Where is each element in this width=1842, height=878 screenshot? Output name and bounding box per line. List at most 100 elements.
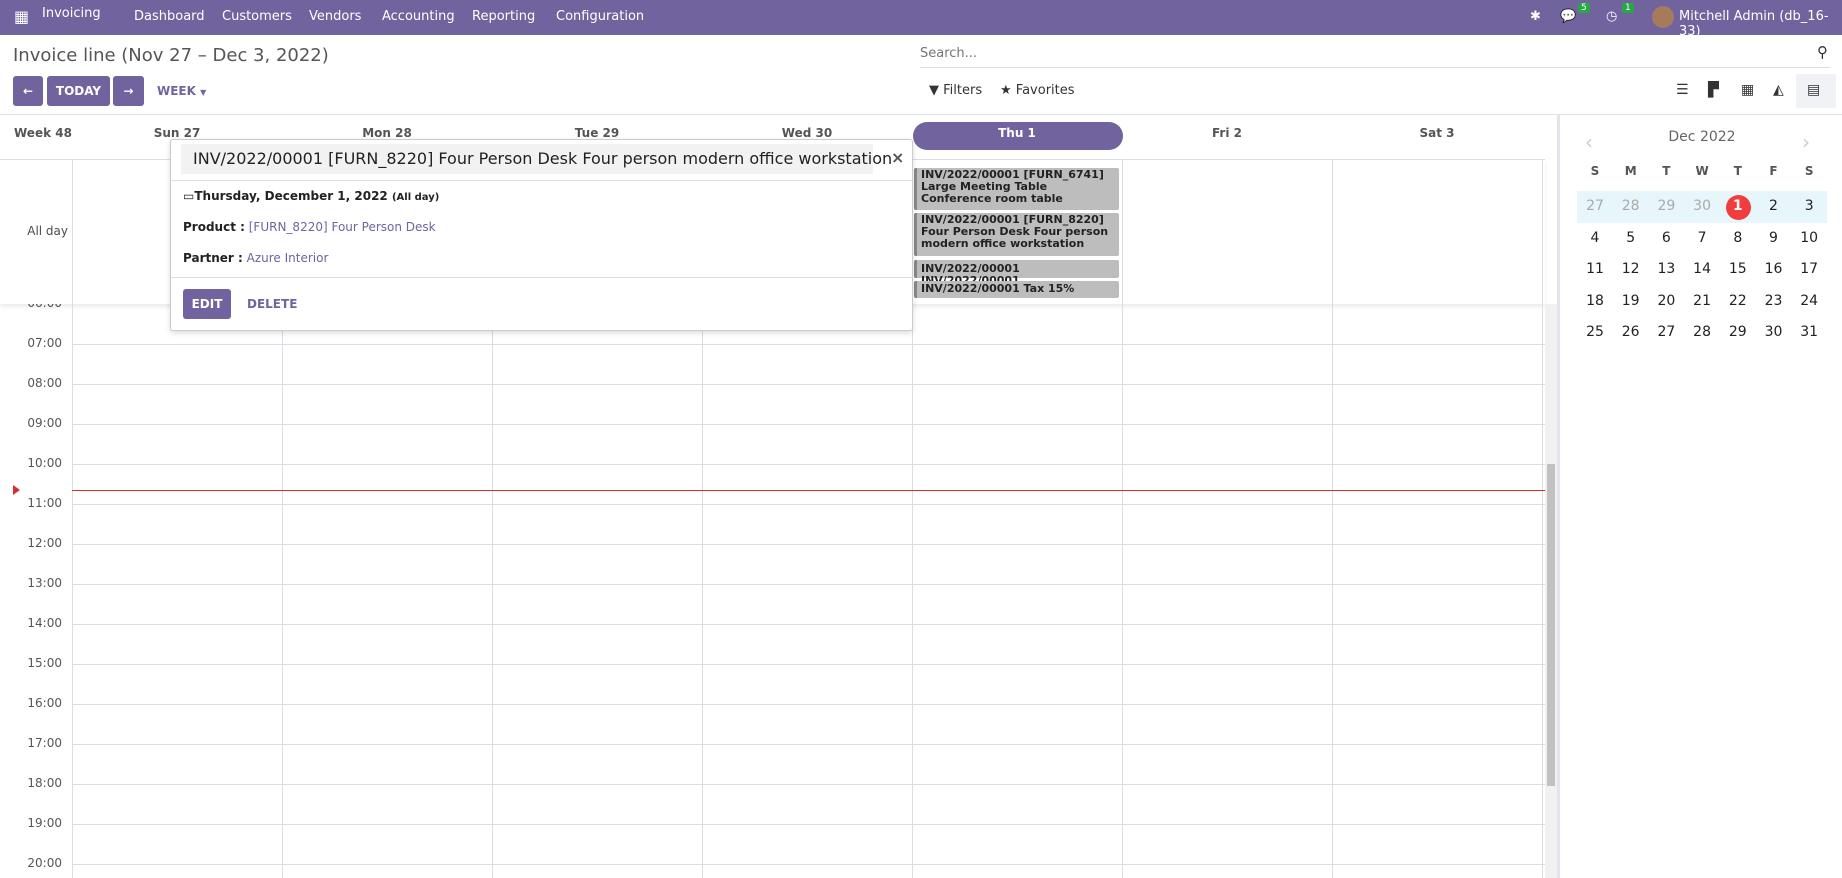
scale-label: WEEK bbox=[157, 84, 196, 98]
filters-button[interactable]: ▼ Filters bbox=[929, 83, 982, 98]
mini-day[interactable]: 27 bbox=[1649, 324, 1683, 340]
event-allday[interactable]: INV/2022/00001 INV/2022/00001 bbox=[914, 260, 1119, 287]
mini-day[interactable]: 27 bbox=[1578, 198, 1612, 214]
mini-day[interactable]: 14 bbox=[1685, 261, 1719, 277]
scale-dropdown[interactable]: WEEK ▼ bbox=[157, 84, 206, 98]
day-header[interactable]: Wed 30 bbox=[702, 126, 912, 140]
product-link[interactable]: [FURN_8220] Four Person Desk bbox=[249, 220, 436, 234]
day-header[interactable]: Mon 28 bbox=[282, 126, 492, 140]
today-button[interactable]: TODAY bbox=[47, 76, 110, 106]
mini-weekday: M bbox=[1624, 164, 1637, 178]
graph-view-icon[interactable]: ◭ bbox=[1773, 82, 1784, 98]
mini-day[interactable]: 28 bbox=[1614, 198, 1648, 214]
close-icon[interactable]: × bbox=[891, 148, 904, 167]
mini-day[interactable]: 20 bbox=[1649, 293, 1683, 309]
menu-dashboard[interactable]: Dashboard bbox=[134, 9, 205, 24]
scrollbar-thumb[interactable] bbox=[1547, 464, 1555, 786]
mini-day[interactable]: 23 bbox=[1757, 293, 1791, 309]
messages-icon[interactable]: 💬 bbox=[1560, 9, 1576, 24]
next-button[interactable]: → bbox=[113, 76, 144, 106]
app-name[interactable]: Invoicing bbox=[42, 6, 101, 21]
mini-day[interactable]: 11 bbox=[1578, 261, 1612, 277]
mini-day[interactable]: 31 bbox=[1792, 324, 1826, 340]
search-input[interactable] bbox=[920, 40, 1780, 66]
filters-label: Filters bbox=[943, 83, 983, 98]
mini-day[interactable]: 25 bbox=[1578, 324, 1612, 340]
mini-day[interactable]: 5 bbox=[1614, 230, 1648, 246]
day-header[interactable]: Sat 3 bbox=[1332, 126, 1542, 140]
previous-button[interactable]: ← bbox=[13, 76, 43, 106]
mini-day[interactable]: 30 bbox=[1757, 324, 1791, 340]
mini-day[interactable]: 10 bbox=[1792, 230, 1826, 246]
hour-label: 07:00 bbox=[27, 336, 62, 350]
debug-bug-icon[interactable]: ✱ bbox=[1530, 9, 1541, 24]
menu-vendors[interactable]: Vendors bbox=[309, 9, 361, 24]
hour-label: 18:00 bbox=[27, 776, 62, 790]
mini-day[interactable]: 19 bbox=[1614, 293, 1648, 309]
hour-label: 12:00 bbox=[27, 536, 62, 550]
partner-link[interactable]: Azure Interior bbox=[247, 251, 329, 265]
mini-day[interactable]: 21 bbox=[1685, 293, 1719, 309]
mini-day[interactable]: 13 bbox=[1649, 261, 1683, 277]
event-allday[interactable]: INV/2022/00001 [FURN_6741] Large Meeting… bbox=[914, 168, 1119, 210]
activities-clock-icon[interactable]: ◷ bbox=[1606, 9, 1617, 24]
list-view-icon[interactable]: ☰ bbox=[1676, 82, 1689, 98]
user-avatar[interactable] bbox=[1652, 6, 1674, 28]
search-icon[interactable]: ⚲ bbox=[1817, 43, 1828, 61]
search-bar[interactable]: ⚲ bbox=[920, 40, 1830, 68]
hour-line bbox=[72, 784, 1545, 785]
mini-day[interactable]: 26 bbox=[1614, 324, 1648, 340]
edit-button[interactable]: EDIT bbox=[183, 289, 231, 319]
day-header[interactable]: Tue 29 bbox=[492, 126, 702, 140]
hour-line bbox=[72, 864, 1545, 865]
hour-line bbox=[72, 744, 1545, 745]
menu-customers[interactable]: Customers bbox=[222, 9, 292, 24]
popover-allday: (All day) bbox=[391, 192, 440, 203]
caret-down-icon: ▼ bbox=[200, 88, 207, 97]
mini-weekday: T bbox=[1733, 164, 1742, 178]
menu-configuration[interactable]: Configuration bbox=[556, 9, 644, 24]
menu-accounting[interactable]: Accounting bbox=[382, 9, 455, 24]
mini-day[interactable]: 3 bbox=[1792, 198, 1826, 214]
hour-label: 17:00 bbox=[27, 736, 62, 750]
mini-day[interactable]: 1 bbox=[1721, 198, 1755, 214]
scrollbar[interactable] bbox=[1545, 304, 1557, 878]
kanban-view-icon[interactable]: ▛ bbox=[1708, 82, 1719, 98]
mini-day[interactable]: 28 bbox=[1685, 324, 1719, 340]
mini-day[interactable]: 4 bbox=[1578, 230, 1612, 246]
mini-day[interactable]: 22 bbox=[1721, 293, 1755, 309]
mini-day[interactable]: 9 bbox=[1757, 230, 1791, 246]
mini-day[interactable]: 29 bbox=[1649, 198, 1683, 214]
mini-day[interactable]: 6 bbox=[1649, 230, 1683, 246]
day-header[interactable]: Sun 27 bbox=[72, 126, 282, 140]
apps-menu-icon[interactable]: ▦ bbox=[14, 7, 29, 26]
favorites-button[interactable]: ★ Favorites bbox=[1000, 83, 1075, 98]
pivot-view-icon[interactable]: ▦ bbox=[1741, 82, 1754, 98]
mini-day[interactable]: 7 bbox=[1685, 230, 1719, 246]
mini-day[interactable]: 2 bbox=[1757, 198, 1791, 214]
mini-day[interactable]: 18 bbox=[1578, 293, 1612, 309]
mini-day[interactable]: 8 bbox=[1721, 230, 1755, 246]
event-allday-selected[interactable]: INV/2022/00001 [FURN_8220] Four Person D… bbox=[914, 213, 1119, 256]
activities-badge: 1 bbox=[1622, 3, 1634, 13]
event-allday[interactable]: INV/2022/00001 Tax 15% bbox=[914, 281, 1119, 298]
calendar-icon: ▭ bbox=[183, 189, 195, 203]
hour-label: 15:00 bbox=[27, 656, 62, 670]
page-title: Invoice line (Nov 27 – Dec 3, 2022) bbox=[13, 45, 329, 66]
delete-button[interactable]: DELETE bbox=[247, 297, 297, 311]
menu-reporting[interactable]: Reporting bbox=[472, 9, 535, 24]
user-menu[interactable]: Mitchell Admin (db_16-33) bbox=[1679, 9, 1842, 39]
mini-day[interactable]: 29 bbox=[1721, 324, 1755, 340]
mini-day[interactable]: 16 bbox=[1757, 261, 1791, 277]
mini-next-icon[interactable]: › bbox=[1802, 130, 1810, 154]
hour-line bbox=[72, 664, 1545, 665]
mini-day[interactable]: 17 bbox=[1792, 261, 1826, 277]
calendar-view-icon[interactable]: ▤ bbox=[1807, 82, 1820, 98]
mini-day[interactable]: 12 bbox=[1614, 261, 1648, 277]
day-column-line bbox=[1542, 160, 1543, 878]
mini-day[interactable]: 15 bbox=[1721, 261, 1755, 277]
mini-day[interactable]: 24 bbox=[1792, 293, 1826, 309]
day-header[interactable]: Thu 1 bbox=[912, 126, 1122, 140]
mini-day[interactable]: 30 bbox=[1685, 198, 1719, 214]
day-header[interactable]: Fri 2 bbox=[1122, 126, 1332, 140]
